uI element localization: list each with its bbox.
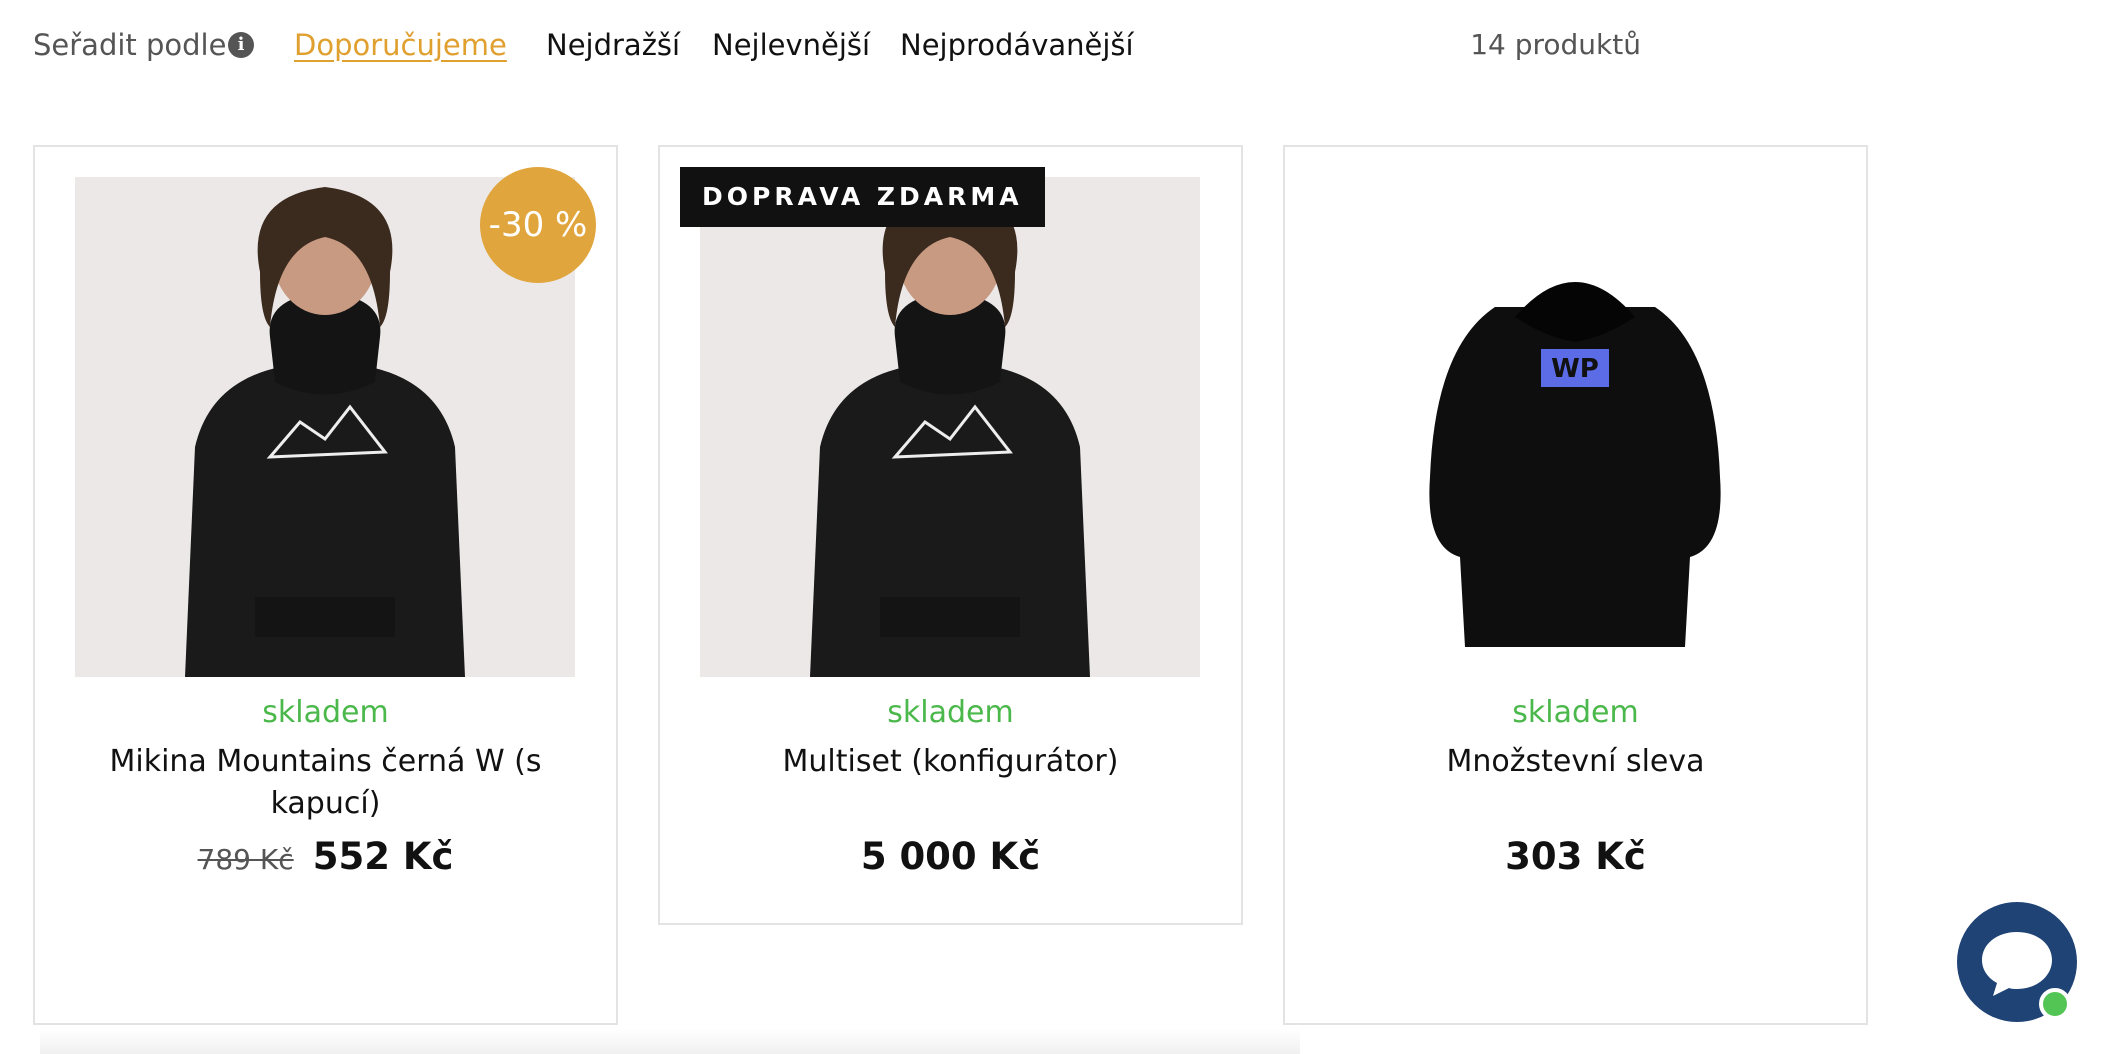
sort-bar: Seřadit podle i Doporučujeme Nejdražší N… <box>0 0 1880 92</box>
old-price: 789 Kč <box>197 843 294 876</box>
price-row: 5 000 Kč <box>660 835 1241 878</box>
online-status-dot <box>2039 988 2071 1020</box>
print-text: WP <box>1551 354 1599 384</box>
price: 552 Kč <box>312 835 454 878</box>
product-name[interactable]: Multiset (konfigurátor) <box>700 741 1201 783</box>
discount-badge: -30 % <box>480 167 596 283</box>
sort-option-best-selling[interactable]: Nejprodávanější <box>900 28 1134 62</box>
product-card[interactable]: WP skladem Množstevní sleva 303 Kč <box>1283 145 1868 1025</box>
price: 5 000 Kč <box>860 835 1041 878</box>
product-count: 14 produktů <box>1470 28 1641 61</box>
sort-option-cheapest[interactable]: Nejlevnější <box>712 28 870 62</box>
sort-option-most-expensive[interactable]: Nejdražší <box>546 28 680 62</box>
product-name[interactable]: Mikina Mountains černá W (s kapucí) <box>75 741 576 825</box>
stock-status: skladem <box>887 695 1014 730</box>
product-name[interactable]: Množstevní sleva <box>1325 741 1826 783</box>
stock-status: skladem <box>1512 695 1639 730</box>
price-row: 303 Kč <box>1285 835 1866 878</box>
stock-status: skladem <box>262 695 389 730</box>
product-card[interactable]: DOPRAVA ZDARMA skladem Multiset (konfigu… <box>658 145 1243 925</box>
price: 303 Kč <box>1505 835 1646 878</box>
sort-option-recommended[interactable]: Doporučujeme <box>294 28 507 62</box>
free-shipping-badge: DOPRAVA ZDARMA <box>680 167 1045 227</box>
info-icon[interactable]: i <box>228 32 254 58</box>
product-image[interactable] <box>700 177 1200 677</box>
scroll-fade <box>40 1028 1300 1054</box>
product-card[interactable]: -30 % skladem Mikina Mountains černá W (… <box>33 145 618 1025</box>
product-image[interactable]: WP <box>1325 177 1825 677</box>
sort-label: Seřadit podle <box>33 28 227 62</box>
price-row: 789 Kč 552 Kč <box>35 835 616 878</box>
